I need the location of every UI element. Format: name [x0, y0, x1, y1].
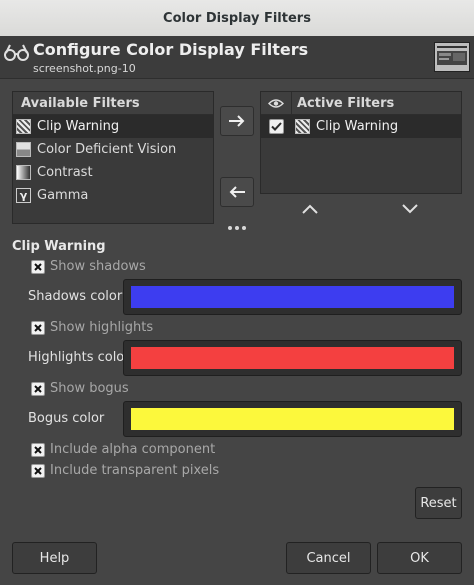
cancel-button-label: Cancel [306, 550, 351, 566]
active-filters-list: Active Filters Clip Warning [260, 91, 462, 194]
shadows-color-label: Shadows color [28, 289, 123, 304]
available-filter-item[interactable]: γ Gamma [13, 184, 213, 207]
highlights-color-swatch [131, 347, 454, 369]
header-divider [0, 78, 474, 79]
x-mark-icon [34, 263, 42, 271]
x-mark-icon [34, 467, 42, 475]
available-filter-item[interactable]: Contrast [13, 161, 213, 184]
window-title: Color Display Filters [163, 10, 311, 26]
x-mark-icon [34, 324, 42, 332]
show-highlights-checkbox[interactable] [31, 321, 45, 335]
x-mark-icon [34, 385, 42, 393]
available-filter-item[interactable]: Color Deficient Vision [13, 138, 213, 161]
clip-warning-icon [16, 119, 31, 134]
reset-button[interactable]: Reset [415, 487, 462, 519]
arrow-left-icon [229, 186, 245, 198]
filter-settings-title: Clip Warning [12, 239, 106, 254]
move-down-button[interactable] [401, 203, 419, 215]
image-thumbnail [434, 42, 470, 72]
active-filter-item[interactable]: Clip Warning [261, 115, 461, 138]
shadows-color-button[interactable] [123, 279, 462, 315]
gamma-icon: γ [16, 188, 31, 203]
available-filters-heading: Available Filters [13, 92, 213, 115]
available-filter-label: Color Deficient Vision [37, 142, 177, 157]
help-button[interactable]: Help [12, 542, 97, 574]
contrast-icon [16, 165, 31, 180]
x-mark-icon [34, 446, 42, 454]
window-titlebar: Color Display Filters [0, 0, 474, 37]
arrow-right-icon [229, 115, 245, 127]
active-filter-label: Clip Warning [316, 119, 399, 134]
remove-filter-button[interactable] [220, 177, 254, 207]
show-shadows-label: Show shadows [50, 259, 146, 274]
cancel-button[interactable]: Cancel [286, 542, 371, 574]
color-deficient-vision-icon [16, 142, 31, 157]
show-bogus-checkbox[interactable] [31, 382, 45, 396]
clip-warning-icon [295, 119, 310, 134]
available-filters-list: Available Filters Clip Warning Color Def… [12, 91, 214, 224]
ok-button[interactable]: OK [377, 542, 462, 574]
include-transparent-label: Include transparent pixels [50, 463, 220, 478]
checkmark-icon [271, 122, 282, 131]
include-alpha-label: Include alpha component [50, 442, 216, 457]
show-bogus-label: Show bogus [50, 381, 129, 396]
filter-enabled-checkbox[interactable] [269, 119, 284, 134]
move-up-button[interactable] [301, 203, 319, 215]
highlights-color-label: Highlights color [28, 350, 130, 365]
available-filter-item[interactable]: Clip Warning [13, 115, 213, 138]
show-shadows-checkbox[interactable] [31, 260, 45, 274]
more-options-icon[interactable] [227, 224, 247, 232]
shadows-color-swatch [131, 286, 454, 308]
dialog-header: Configure Color Display Filters screensh… [0, 36, 474, 78]
active-filters-heading: Active Filters [297, 96, 395, 111]
help-button-label: Help [39, 550, 70, 566]
include-alpha-checkbox[interactable] [31, 443, 45, 457]
show-highlights-label: Show highlights [50, 320, 154, 335]
eye-icon [261, 92, 292, 115]
highlights-color-button[interactable] [123, 340, 462, 376]
include-transparent-checkbox[interactable] [31, 464, 45, 478]
ok-button-label: OK [410, 550, 429, 566]
reset-button-label: Reset [420, 495, 457, 511]
active-filters-header: Active Filters [261, 92, 461, 115]
available-filter-label: Clip Warning [37, 119, 120, 134]
image-name: screenshot.png-10 [33, 62, 136, 75]
glasses-icon [4, 44, 29, 61]
bogus-color-label: Bogus color [28, 411, 105, 426]
bogus-color-swatch [131, 408, 454, 430]
bogus-color-button[interactable] [123, 401, 462, 437]
available-filter-label: Contrast [37, 165, 93, 180]
dialog-title: Configure Color Display Filters [33, 40, 309, 59]
available-filter-label: Gamma [37, 188, 89, 203]
add-filter-button[interactable] [220, 106, 254, 136]
